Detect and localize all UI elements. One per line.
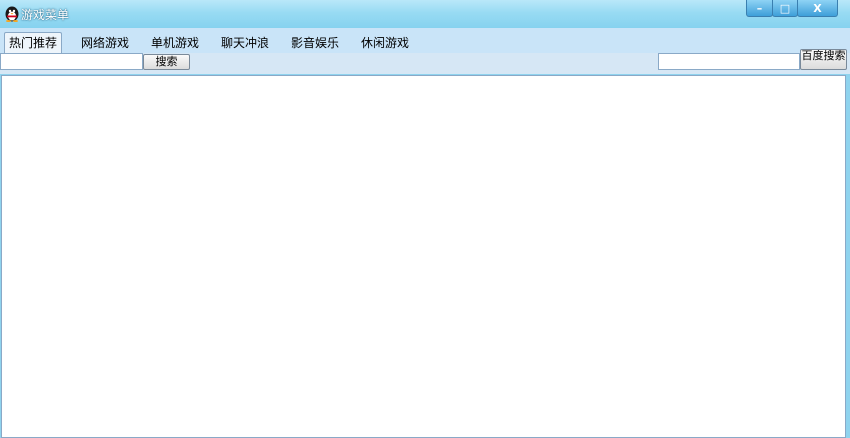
tab-single-player-games[interactable]: 单机游戏 (147, 34, 203, 52)
tab-chat-surf[interactable]: 聊天冲浪 (217, 34, 273, 52)
search-bar: 搜索 百度搜索 (0, 49, 850, 74)
content-panel (1, 75, 846, 438)
baidu-search-input[interactable] (658, 53, 800, 70)
title-bar[interactable]: 游戏菜单 – □ X (0, 0, 850, 28)
window-title: 游戏菜单 (21, 8, 70, 22)
maximize-button[interactable]: □ (772, 0, 798, 17)
close-button[interactable]: X (797, 0, 838, 17)
minimize-button[interactable]: – (746, 0, 773, 17)
tab-online-games[interactable]: 网络游戏 (77, 34, 133, 52)
tab-casual-games[interactable]: 休闲游戏 (357, 34, 413, 52)
maximize-icon: □ (779, 1, 791, 15)
search-button[interactable]: 搜索 (143, 54, 190, 70)
search-input[interactable] (0, 53, 143, 70)
tab-hot-recommend[interactable]: 热门推荐 (4, 32, 63, 54)
penguin-app-icon (4, 5, 20, 22)
close-icon: X (813, 1, 822, 15)
minimize-icon: – (756, 1, 763, 15)
tab-media-entertainment[interactable]: 影音娱乐 (287, 34, 343, 52)
baidu-search-button[interactable]: 百度搜索 (800, 49, 847, 70)
tab-strip: 热门推荐 网络游戏 单机游戏 聊天冲浪 影音娱乐 休闲游戏 (0, 28, 850, 54)
